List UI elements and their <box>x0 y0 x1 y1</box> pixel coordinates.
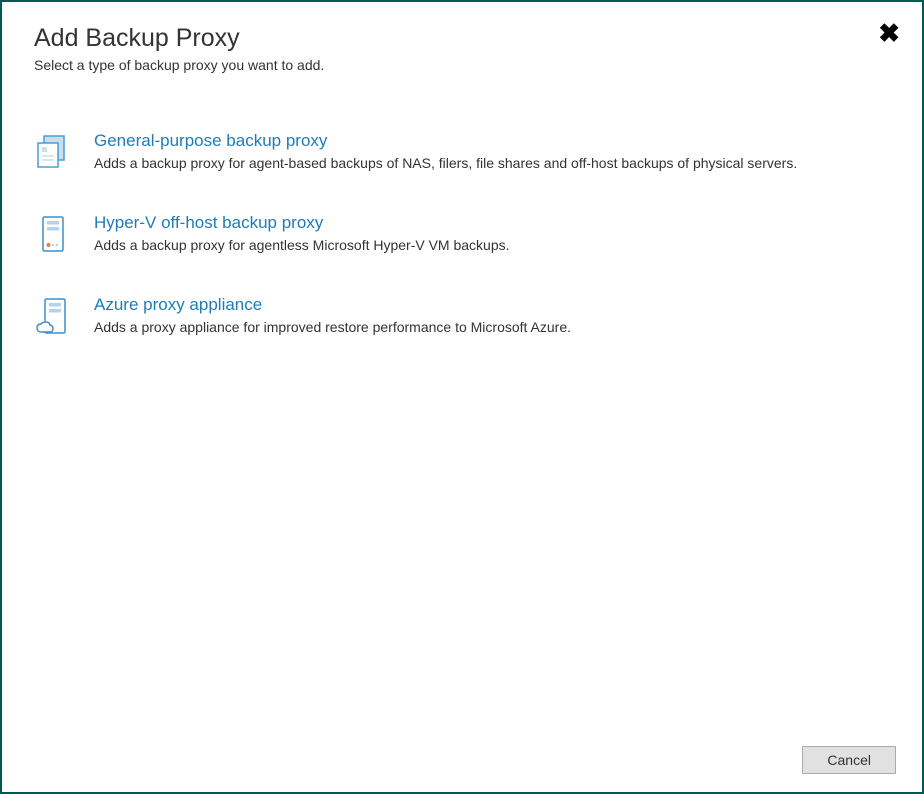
cancel-button[interactable]: Cancel <box>802 746 896 774</box>
option-description: Adds a backup proxy for agent-based back… <box>94 155 890 171</box>
dialog-footer: Cancel <box>802 746 896 774</box>
dialog-title: Add Backup Proxy <box>34 24 890 53</box>
option-general-purpose: General-purpose backup proxy Adds a back… <box>34 131 890 171</box>
server-icon <box>34 215 72 253</box>
option-hyper-v: Hyper-V off-host backup proxy Adds a bac… <box>34 213 890 253</box>
option-link-azure[interactable]: Azure proxy appliance <box>94 295 890 315</box>
dialog-header: Add Backup Proxy Select a type of backup… <box>2 2 922 83</box>
option-text: General-purpose backup proxy Adds a back… <box>94 131 890 171</box>
option-link-general-purpose[interactable]: General-purpose backup proxy <box>94 131 890 151</box>
proxy-options-list: General-purpose backup proxy Adds a back… <box>2 83 922 335</box>
option-azure: Azure proxy appliance Adds a proxy appli… <box>34 295 890 335</box>
dialog-subtitle: Select a type of backup proxy you want t… <box>34 57 890 73</box>
option-description: Adds a proxy appliance for improved rest… <box>94 319 890 335</box>
add-backup-proxy-dialog: ✖ Add Backup Proxy Select a type of back… <box>2 2 922 792</box>
option-text: Azure proxy appliance Adds a proxy appli… <box>94 295 890 335</box>
option-text: Hyper-V off-host backup proxy Adds a bac… <box>94 213 890 253</box>
close-icon[interactable]: ✖ <box>878 20 900 46</box>
option-description: Adds a backup proxy for agentless Micros… <box>94 237 890 253</box>
option-link-hyper-v[interactable]: Hyper-V off-host backup proxy <box>94 213 890 233</box>
server-cloud-icon <box>34 297 72 335</box>
document-stack-icon <box>34 133 72 171</box>
